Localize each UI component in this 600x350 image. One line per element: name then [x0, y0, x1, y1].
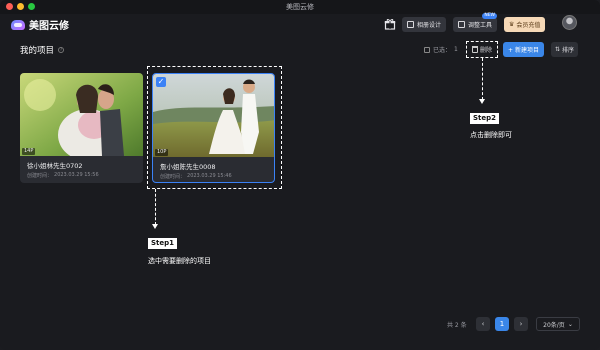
- album-design-label: 相册设计: [417, 22, 442, 29]
- new-badge: NEW: [482, 13, 498, 19]
- step2-label: Step2: [470, 113, 500, 124]
- created-time: 2023.03.29 15:56: [54, 172, 99, 178]
- project-date: 创建时间： 2023.03.29 15:56: [27, 172, 99, 179]
- selected-label: 已选：: [433, 47, 452, 54]
- page-size-value: 20条/页: [543, 321, 565, 329]
- page-size-select[interactable]: 20条/页 ⌄: [536, 317, 580, 331]
- top-bar: 美图云修 相册设计 调整工具 NEW ♛ 会员充值: [0, 13, 600, 36]
- new-project-label: + 新建项目: [508, 47, 539, 54]
- next-page-button[interactable]: ›: [514, 317, 528, 331]
- album-icon: [407, 21, 414, 28]
- window-controls: [6, 3, 35, 10]
- crown-icon: ♛: [509, 21, 515, 28]
- chevron-down-icon: ⌄: [567, 320, 573, 328]
- user-avatar[interactable]: [562, 15, 577, 30]
- trash-icon: [471, 46, 478, 53]
- window-title: 美图云修: [286, 3, 314, 11]
- vip-label: 会员充值: [516, 22, 541, 29]
- title-bar: 美图云修: [0, 0, 600, 14]
- created-label: 创建时间：: [27, 173, 53, 179]
- select-all-checkbox[interactable]: [424, 46, 430, 53]
- delete-button[interactable]: 删除: [466, 41, 498, 58]
- project-name: 徐小姐林先生0702: [27, 162, 83, 170]
- section-header: 我的项目 ?: [20, 44, 65, 56]
- photo-count-badge: 14P: [22, 148, 36, 155]
- app-name: 美图云修: [29, 21, 69, 32]
- project-card[interactable]: 14P 徐小姐林先生0702 创建时间： 2023.03.29 15:56: [20, 73, 143, 183]
- gift-icon[interactable]: [384, 18, 396, 30]
- selected-count: 1: [454, 46, 458, 53]
- page-1-button[interactable]: 1: [495, 317, 509, 331]
- vip-recharge-button[interactable]: ♛ 会员充值: [504, 17, 546, 32]
- sort-button[interactable]: ⇅ 排序: [551, 42, 578, 57]
- selection-info: 已选： 1: [424, 45, 458, 54]
- album-design-button[interactable]: 相册设计: [402, 17, 447, 32]
- retouch-tools-button[interactable]: 调整工具 NEW: [453, 13, 498, 32]
- sort-label: 排序: [562, 47, 575, 54]
- wedding-photo-image: [20, 73, 143, 156]
- app-window: 美图云修 美图云修 相册设计 调整工具 NEW ♛ 会员充值 我的项目 ? 已选…: [0, 0, 600, 350]
- step2-description: 点击删除即可: [470, 131, 512, 139]
- help-icon[interactable]: ?: [58, 47, 65, 53]
- delete-label: 删除: [479, 47, 492, 54]
- step1-arrow-icon: [152, 224, 158, 229]
- cloud-logo-icon: [11, 19, 25, 30]
- minimize-window-button[interactable]: [17, 3, 24, 10]
- pagination-total: 共 2 条: [447, 317, 467, 331]
- total-count: 共 2 条: [447, 321, 467, 329]
- step1-pointer-line: [155, 189, 156, 225]
- step2-pointer-line: [482, 58, 483, 100]
- app-logo: 美图云修: [11, 17, 69, 32]
- step1-label: Step1: [148, 238, 178, 249]
- page-title: 我的项目: [20, 46, 55, 56]
- close-window-button[interactable]: [6, 3, 13, 10]
- retouch-tools-label: 调整工具: [468, 22, 493, 29]
- step1-description: 选中需要删除的项目: [148, 257, 211, 265]
- prev-page-button[interactable]: ‹: [476, 317, 490, 331]
- new-project-button[interactable]: + 新建项目: [503, 42, 544, 57]
- selection-highlight-box: [147, 66, 282, 189]
- tools-icon: [458, 21, 465, 28]
- sort-icon: ⇅: [554, 46, 560, 53]
- maximize-window-button[interactable]: [28, 3, 35, 10]
- step2-arrow-icon: [479, 99, 485, 104]
- project-thumbnail[interactable]: 14P: [20, 73, 143, 156]
